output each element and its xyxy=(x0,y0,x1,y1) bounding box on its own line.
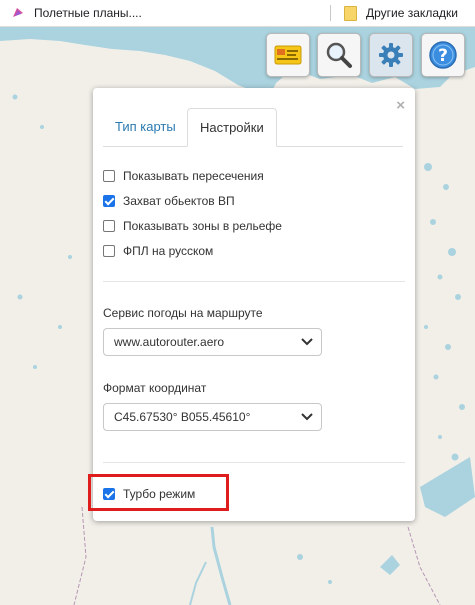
svg-text:?: ? xyxy=(438,46,448,66)
weather-service-label: Сервис погоды на маршруте xyxy=(103,306,263,320)
coordinate-format-label: Формат координат xyxy=(103,381,207,395)
option-label: Показывать пересечения xyxy=(123,169,264,183)
help-icon: ? xyxy=(429,41,457,69)
bookmark-label: Полетные планы.... xyxy=(34,6,142,20)
map-layers-button[interactable] xyxy=(266,33,310,77)
coordinate-format-select[interactable]: С45.67530° В055.45610° xyxy=(103,403,322,431)
bookmark-other-folder[interactable]: Другие закладки xyxy=(344,0,458,26)
flight-plan-icon xyxy=(13,8,23,17)
option-label: Захват обьектов ВП xyxy=(123,194,235,208)
option-label: ФПЛ на русском xyxy=(123,244,214,258)
divider xyxy=(103,462,405,463)
settings-panel: × Тип карты Настройки Показывать пересеч… xyxy=(93,88,415,521)
turbo-mode-highlight xyxy=(88,474,229,511)
weather-service-select[interactable]: www.autorouter.aero xyxy=(103,328,322,356)
search-button[interactable] xyxy=(317,33,361,77)
gear-icon xyxy=(379,43,403,67)
divider xyxy=(103,281,405,282)
option-show-terrain-zones[interactable]: Показывать зоны в рельефе xyxy=(103,217,282,235)
bookmark-label: Другие закладки xyxy=(366,6,458,20)
option-label: Показывать зоны в рельефе xyxy=(123,219,282,233)
tab-map-type[interactable]: Тип карты xyxy=(103,108,188,146)
tab-settings[interactable]: Настройки xyxy=(187,108,277,147)
magnifier-icon xyxy=(326,42,352,68)
checkbox-checked[interactable] xyxy=(103,195,115,207)
help-button[interactable]: ? xyxy=(421,33,465,77)
checkbox[interactable] xyxy=(103,220,115,232)
settings-button[interactable] xyxy=(369,33,413,77)
ticket-card-icon xyxy=(274,45,302,65)
panel-tabs: Тип карты Настройки xyxy=(103,108,403,147)
bookmarks-bar: Полетные планы.... Другие закладки xyxy=(0,0,475,27)
select-value: www.autorouter.aero xyxy=(114,335,225,349)
chevron-down-icon xyxy=(301,338,313,346)
chevron-down-icon xyxy=(301,413,313,421)
option-fpl-russian[interactable]: ФПЛ на русском xyxy=(103,242,213,260)
option-capture-airspace-objects[interactable]: Захват обьектов ВП xyxy=(103,192,235,210)
select-value: С45.67530° В055.45610° xyxy=(114,410,251,424)
bookmark-separator xyxy=(330,5,331,21)
option-show-intersections[interactable]: Показывать пересечения xyxy=(103,167,264,185)
bookmark-flight-plans[interactable]: Полетные планы.... xyxy=(12,0,142,26)
checkbox[interactable] xyxy=(103,245,115,257)
checkbox[interactable] xyxy=(103,170,115,182)
folder-icon xyxy=(344,5,357,21)
